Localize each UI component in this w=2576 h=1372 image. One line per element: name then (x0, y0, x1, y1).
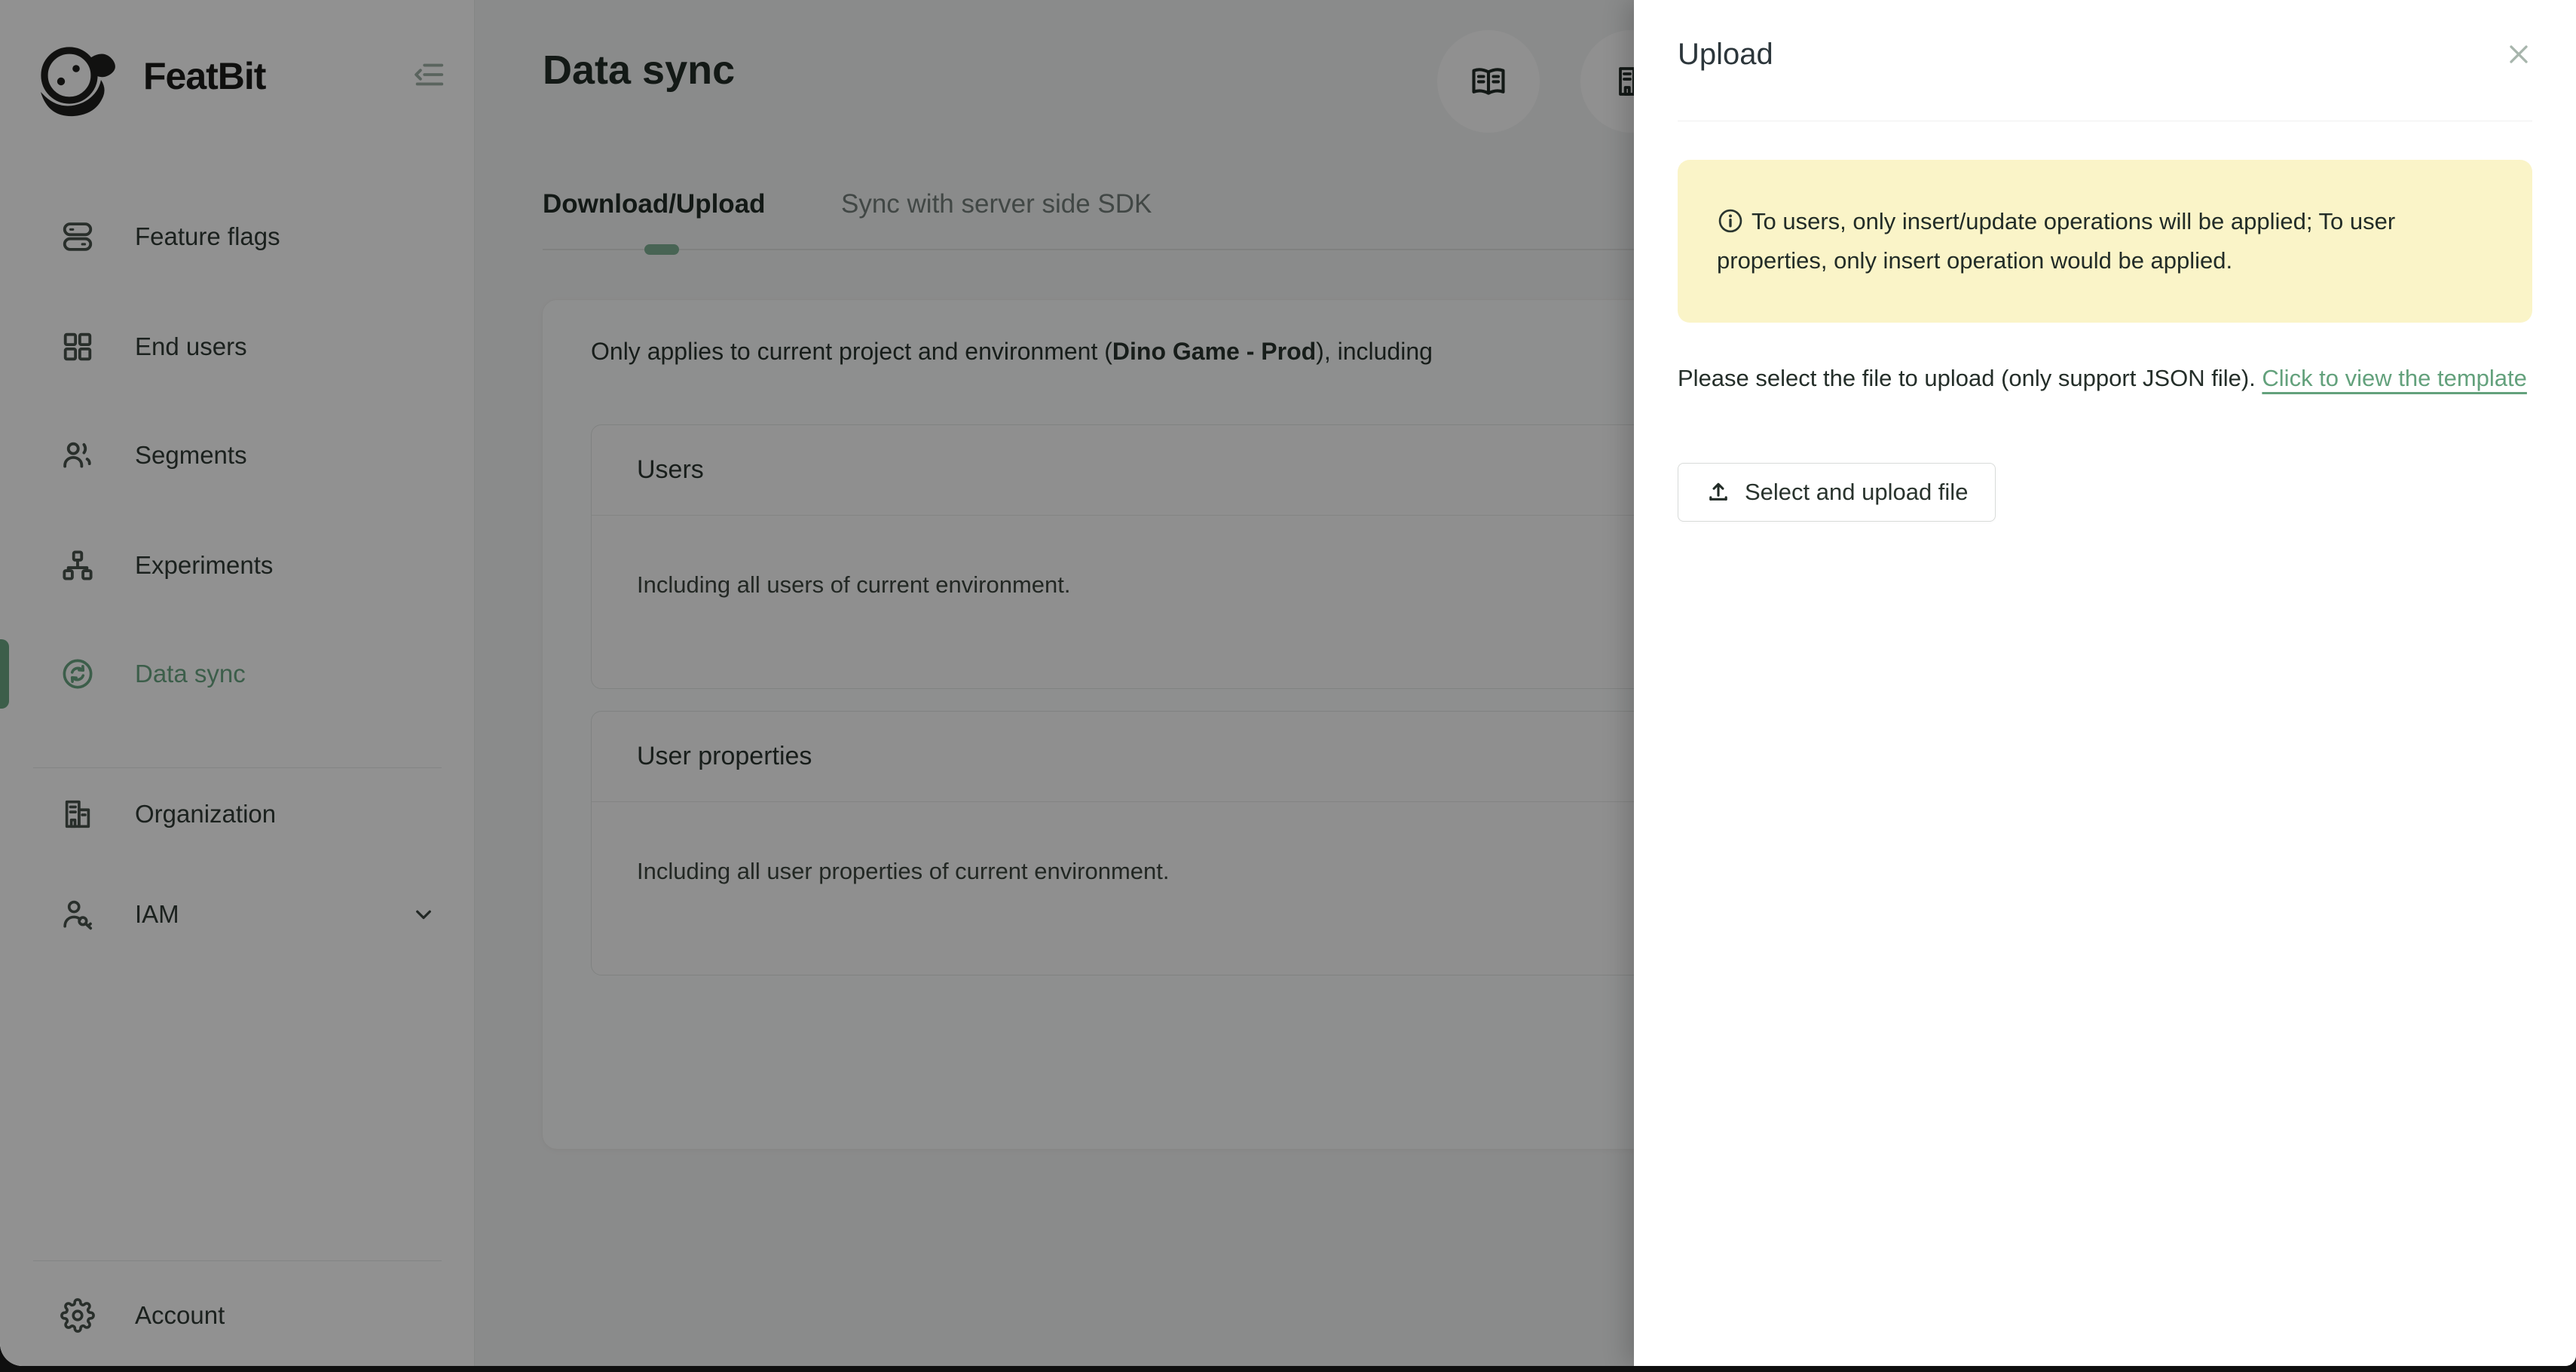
alert-text: To users, only insert/update operations … (1717, 208, 2395, 274)
instruction-text: Please select the file to upload (only s… (1678, 365, 2262, 391)
upload-button-label: Select and upload file (1745, 479, 1968, 506)
info-circle-icon (1717, 207, 1744, 234)
upload-icon (1706, 479, 1731, 505)
app-window: FeatBit Feature flags (0, 0, 2576, 1366)
close-icon[interactable] (2501, 36, 2537, 72)
upload-instruction: Please select the file to upload (only s… (1678, 359, 2532, 398)
select-upload-file-button[interactable]: Select and upload file (1678, 463, 1996, 522)
upload-drawer: Upload To users, only insert/update oper… (1634, 0, 2576, 1366)
view-template-link[interactable]: Click to view the template (2262, 365, 2526, 391)
drawer-title: Upload (1678, 38, 1773, 72)
upload-info-alert: To users, only insert/update operations … (1678, 160, 2532, 323)
